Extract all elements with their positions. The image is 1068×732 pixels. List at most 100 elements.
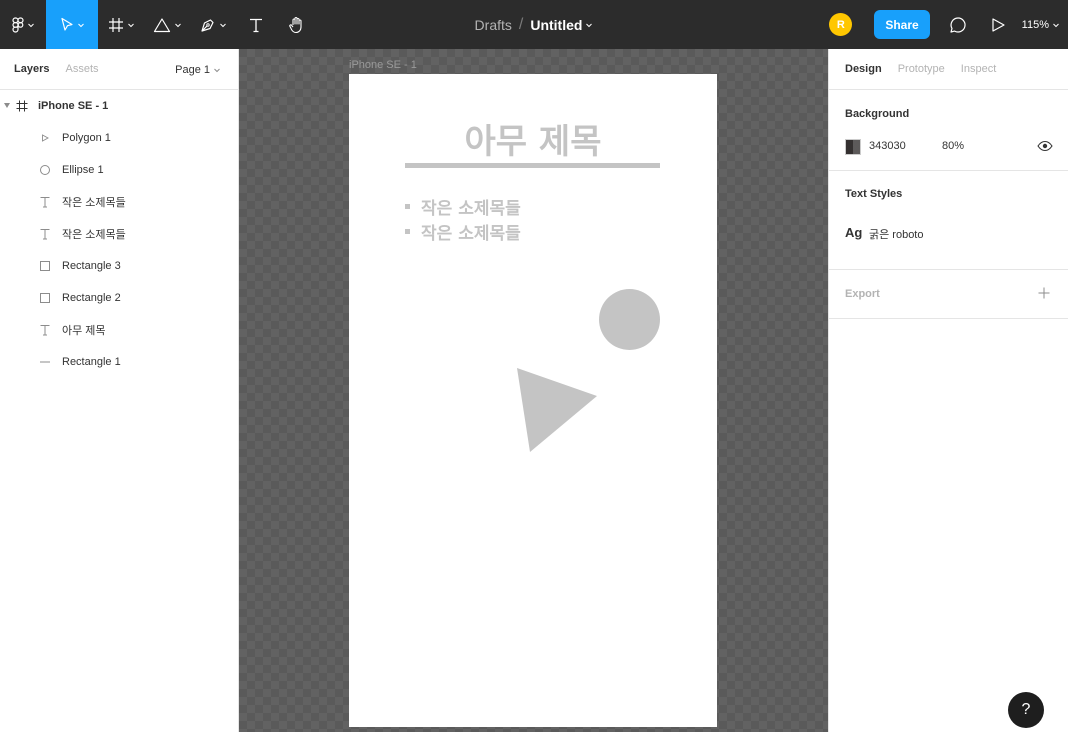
hand-tool-button[interactable] [276, 0, 318, 49]
breadcrumb-separator: / [518, 15, 524, 33]
hand-tool-icon [289, 16, 302, 33]
layer-row[interactable]: Rectangle 2 [0, 282, 238, 314]
tab-inspect[interactable]: Inspect [961, 63, 996, 75]
zoom-level: 115% [1021, 18, 1049, 31]
pen-tool-icon [200, 18, 214, 32]
bullet-icon [405, 204, 410, 209]
canvas[interactable]: iPhone SE - 1 아무 제목 작은 소제목들 작은 소제목들 [239, 49, 828, 732]
rectangle-1[interactable] [405, 163, 660, 168]
bullet-icon [405, 229, 410, 234]
move-tool-button[interactable] [46, 0, 98, 49]
subtitle-text: 작은 소제목들 [421, 224, 521, 244]
pen-tool-button[interactable] [190, 0, 236, 49]
page-selector[interactable]: Page 1 [175, 49, 221, 90]
zoom-menu[interactable]: 115% [1022, 19, 1060, 31]
chevron-down-icon [219, 23, 226, 27]
frame-label[interactable]: iPhone SE - 1 [349, 59, 417, 71]
polygon-icon [38, 131, 52, 145]
text-tool-button[interactable] [236, 0, 276, 49]
text-style-name[interactable]: 굵은 roboto [869, 226, 924, 242]
layer-row[interactable]: Ellipse 1 [0, 154, 238, 186]
background-section: Background 343030 80% [829, 90, 1068, 171]
layer-row[interactable]: Rectangle 3 [0, 250, 238, 282]
layer-list: iPhone SE - 1 Polygon 1 Ellipse 1 작은 소제목… [0, 90, 238, 378]
eye-icon[interactable] [1037, 140, 1053, 152]
user-avatar[interactable]: R [829, 13, 853, 36]
tab-assets[interactable]: Assets [65, 63, 98, 75]
toolbar: Drafts / Untitled R Share 115% [0, 0, 1068, 49]
layer-name: Rectangle 1 [62, 356, 121, 368]
text-icon [38, 227, 52, 241]
layer-name: Rectangle 2 [62, 292, 121, 304]
layer-name: Polygon 1 [62, 132, 111, 144]
rectangle-icon [38, 259, 52, 273]
layer-row[interactable]: 작은 소제목들 [0, 218, 238, 250]
properties-panel: Design Prototype Inspect Background 3430… [828, 49, 1068, 732]
layers-panel: Layers Assets Page 1 iPhone SE - 1 Polyg… [0, 49, 239, 732]
chevron-down-icon [174, 23, 181, 27]
layer-row[interactable]: Rectangle 1 [0, 346, 238, 378]
tab-prototype[interactable]: Prototype [898, 63, 945, 75]
iphone-frame[interactable]: 아무 제목 작은 소제목들 작은 소제목들 [349, 74, 717, 727]
ellipse-1[interactable] [599, 289, 660, 350]
text-style-preview: Ag [845, 225, 863, 240]
layer-name: 작은 소제목들 [62, 229, 126, 241]
text-icon [38, 323, 52, 337]
breadcrumb-drafts[interactable]: Drafts [475, 17, 512, 33]
background-heading: Background [845, 108, 910, 120]
left-panel-tabs: Layers Assets Page 1 [0, 49, 238, 90]
chevron-down-icon [27, 23, 34, 27]
ellipse-icon [38, 163, 52, 177]
move-tool-icon [60, 17, 73, 31]
shape-tool-icon [153, 17, 170, 32]
subtitle-text: 작은 소제목들 [421, 199, 521, 219]
background-color-swatch[interactable] [845, 139, 861, 155]
layer-row[interactable]: 아무 제목 [0, 314, 238, 346]
comment-icon [950, 16, 966, 33]
layer-row[interactable]: 작은 소제목들 [0, 186, 238, 218]
comment-button[interactable] [944, 0, 972, 49]
polygon-1[interactable] [515, 367, 599, 453]
frame-title-text[interactable]: 아무 제목 [349, 114, 717, 163]
text-icon [38, 195, 52, 209]
subtitle-item[interactable]: 작은 소제목들 [405, 194, 521, 219]
present-button[interactable] [988, 0, 1008, 49]
layer-name: Rectangle 3 [62, 260, 121, 272]
frame-tool-button[interactable] [98, 0, 144, 49]
background-opacity-input[interactable]: 80% [942, 140, 964, 152]
text-styles-section: Text Styles Ag 굵은 roboto [829, 171, 1068, 270]
layer-name: iPhone SE - 1 [38, 100, 109, 112]
layer-name: 작은 소제목들 [62, 197, 126, 209]
subtitle-item[interactable]: 작은 소제목들 [405, 219, 521, 244]
layer-name: Ellipse 1 [62, 164, 104, 176]
help-button[interactable]: ? [1008, 692, 1044, 728]
background-hex-input[interactable]: 343030 [869, 140, 906, 152]
layer-name: 아무 제목 [62, 325, 106, 337]
main-menu-button[interactable] [0, 0, 46, 49]
export-heading: Export [845, 288, 880, 300]
chevron-down-icon [586, 23, 593, 27]
chevron-down-icon [127, 23, 134, 27]
frame-icon [15, 99, 29, 113]
export-section: Export [829, 270, 1068, 319]
text-styles-heading: Text Styles [845, 188, 903, 200]
present-icon [992, 17, 1005, 32]
chevron-down-icon [214, 68, 220, 72]
chevron-down-icon [77, 23, 84, 27]
line-icon [38, 355, 52, 369]
tab-layers[interactable]: Layers [14, 63, 49, 75]
layer-row[interactable]: iPhone SE - 1 [0, 90, 238, 122]
right-panel-tabs: Design Prototype Inspect [829, 49, 1068, 90]
figma-menu-icon [11, 16, 24, 33]
shape-tool-button[interactable] [144, 0, 190, 49]
file-title[interactable]: Untitled [530, 17, 593, 33]
expand-caret-icon[interactable] [4, 103, 10, 108]
tab-design[interactable]: Design [845, 63, 882, 75]
layer-row[interactable]: Polygon 1 [0, 122, 238, 154]
file-title-text: Untitled [530, 16, 583, 33]
text-tool-icon [250, 18, 262, 32]
chevron-down-icon [1053, 23, 1059, 27]
share-button[interactable]: Share [874, 10, 930, 39]
frame-tool-icon [108, 17, 123, 32]
plus-icon[interactable] [1037, 286, 1051, 300]
